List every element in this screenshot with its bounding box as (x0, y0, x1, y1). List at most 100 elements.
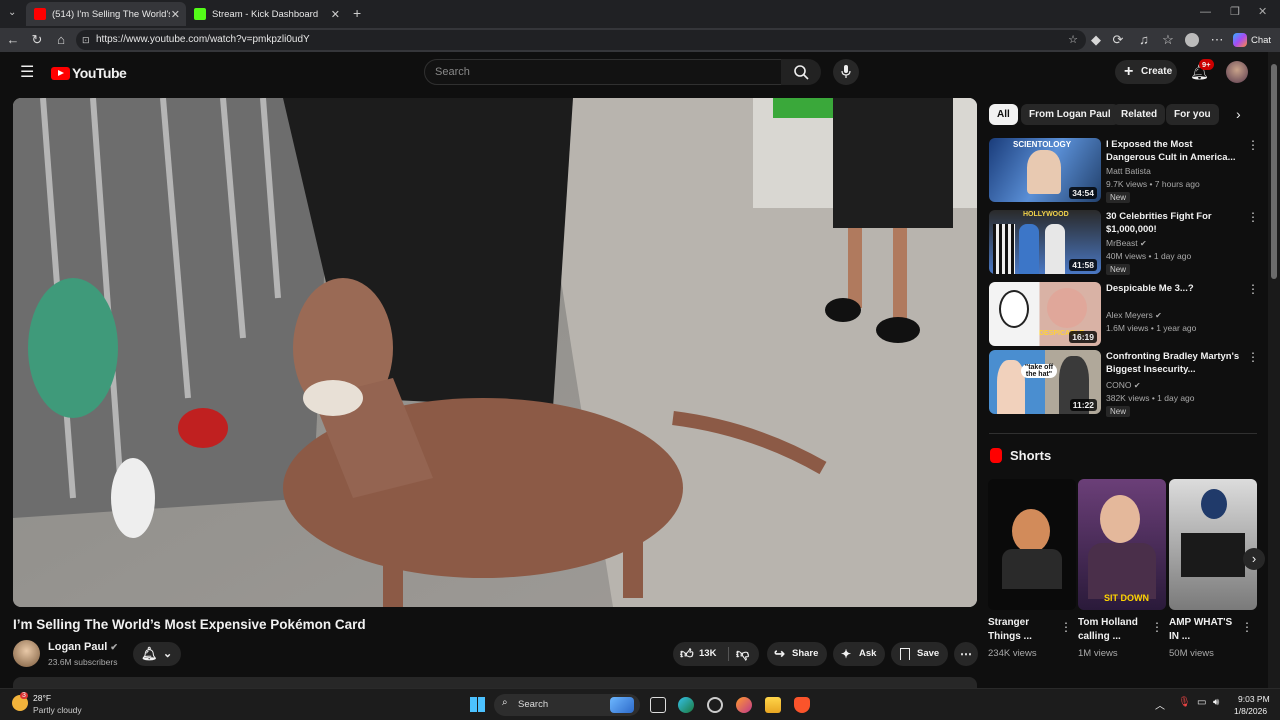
network-icon[interactable]: ▭ (1197, 697, 1206, 708)
more-actions-button[interactable]: ⋯ (954, 642, 978, 666)
copilot-icon (1233, 33, 1247, 47)
duration-badge: 34:54 (1069, 187, 1097, 199)
create-button[interactable]: + Create (1115, 60, 1177, 84)
channel-avatar[interactable] (13, 640, 40, 667)
ask-label: Ask (859, 648, 877, 659)
close-icon[interactable]: ✕ (331, 8, 340, 21)
home-icon[interactable]: ⌂ (53, 32, 69, 48)
recommendation-item[interactable]: "take off the hat" 11:22 Confronting Bra… (989, 350, 1259, 417)
save-button[interactable]: Save (891, 642, 948, 666)
new-badge: New (1106, 264, 1131, 275)
video-meta: 9.7K views • 7 hours ago (1106, 179, 1200, 189)
more-options-icon[interactable]: ⋮ (1247, 138, 1259, 152)
verified-icon: ✔ (1155, 311, 1162, 320)
share-button[interactable]: ↪ Share (767, 642, 827, 666)
chip-all[interactable]: All (989, 104, 1018, 125)
short-views: 1M views (1078, 648, 1118, 659)
youtube-logo[interactable]: YouTube (51, 65, 127, 81)
dislike-button[interactable]: 👎︎ (730, 642, 759, 666)
short-thumbnail[interactable]: SIT DOWN (1078, 479, 1166, 610)
video-thumbnail[interactable]: DESPICABLE 16:19 (989, 282, 1101, 346)
close-icon[interactable]: ✕ (171, 8, 180, 21)
refresh-icon[interactable]: ↻ (29, 32, 45, 48)
account-avatar[interactable] (1226, 61, 1248, 83)
more-options-icon[interactable]: ⋮ (1241, 620, 1253, 634)
file-explorer-icon[interactable] (765, 697, 781, 713)
more-options-icon[interactable]: ⋮ (1151, 620, 1163, 634)
clock-time[interactable]: 9:03 PM (1238, 694, 1270, 704)
settings-icon[interactable] (707, 697, 723, 713)
duration-badge: 41:58 (1069, 259, 1097, 271)
channel-name[interactable]: Logan Paul ✔ (48, 641, 118, 653)
minimize-icon[interactable]: — (1200, 6, 1211, 18)
edge-browser-icon[interactable] (678, 697, 694, 713)
subscriber-count: 23.6M subscribers (48, 657, 118, 667)
more-options-icon[interactable]: ⋮ (1247, 210, 1259, 224)
collections-icon[interactable]: ♫ (1136, 32, 1152, 48)
back-icon[interactable]: ← (5, 32, 21, 48)
extension-icon[interactable]: ◆ (1088, 32, 1104, 48)
notifications-button[interactable]: 🔔︎ 9+ (1190, 59, 1214, 82)
channel-name: Alex Meyers ✔ (1106, 310, 1162, 320)
more-menu-icon[interactable]: ⋯ (1209, 32, 1225, 48)
new-tab-icon[interactable]: + (353, 5, 361, 21)
ask-button[interactable]: ✦ Ask (833, 642, 885, 666)
short-thumbnail[interactable] (988, 479, 1076, 610)
maximize-icon[interactable]: ❐ (1230, 5, 1240, 18)
recommendation-item[interactable]: SCIENTOLOGY 34:54 I Exposed the Most Dan… (989, 138, 1259, 203)
windows-start-icon[interactable] (470, 697, 485, 712)
search-icon: ⌕ (502, 697, 508, 708)
search-button[interactable] (781, 59, 821, 85)
youtube-play-icon (51, 66, 70, 80)
video-thumbnail[interactable]: SCIENTOLOGY 34:54 (989, 138, 1101, 202)
firefox-icon[interactable] (736, 697, 752, 713)
chip-for-you[interactable]: For you (1166, 104, 1219, 125)
microphone-tray-icon[interactable]: 🎙︎ (1178, 697, 1191, 708)
task-view-icon[interactable] (650, 697, 666, 713)
url-field[interactable]: ⊡ https://www.youtube.com/watch?v=pmkpzl… (76, 30, 1086, 50)
tab-youtube[interactable]: (514) I'm Selling The World's M ✕ (26, 2, 186, 26)
short-title[interactable]: Tom Holland calling ... (1078, 616, 1148, 644)
short-title[interactable]: Stranger Things ... (988, 616, 1058, 644)
hamburger-menu-icon[interactable]: ☰ (20, 62, 34, 82)
site-info-icon[interactable]: ⊡ (82, 30, 90, 50)
short-title[interactable]: AMP WHAT'S IN ... (1169, 616, 1239, 644)
profile-avatar[interactable] (1185, 33, 1199, 47)
page-scrollbar[interactable] (1268, 52, 1280, 688)
weather-widget[interactable]: 3 28°F Partly cloudy (12, 692, 112, 717)
chevron-right-icon[interactable]: › (1236, 106, 1241, 122)
chip-related[interactable]: Related (1113, 104, 1166, 125)
shorts-next-button[interactable]: › (1243, 548, 1265, 570)
like-button[interactable]: 👍︎ 13K (673, 642, 727, 666)
voice-search-button[interactable] (833, 59, 859, 85)
more-options-icon[interactable]: ⋮ (1060, 620, 1072, 634)
recommendation-item[interactable]: DESPICABLE 16:19 Despicable Me 3...? Ale… (989, 282, 1259, 346)
video-player[interactable] (13, 98, 977, 607)
volume-icon[interactable]: 🔊︎ (1213, 697, 1219, 708)
tray-chevron-icon[interactable]: ︿ (1155, 697, 1165, 712)
favorites-icon[interactable]: ☆ (1160, 32, 1176, 48)
more-options-icon[interactable]: ⋮ (1247, 350, 1259, 364)
taskbar-search[interactable]: ⌕ Search (494, 694, 640, 716)
favorite-star-icon[interactable]: ☆ (1068, 30, 1078, 50)
search-input[interactable]: Search (424, 59, 782, 85)
short-thumbnail[interactable] (1169, 479, 1257, 610)
search-icon (794, 65, 809, 80)
clock-date[interactable]: 1/8/2026 (1234, 706, 1267, 716)
copilot-chat-button[interactable]: Chat (1233, 31, 1271, 49)
brave-browser-icon[interactable] (794, 697, 810, 713)
more-options-icon[interactable]: ⋮ (1247, 282, 1259, 296)
close-window-icon[interactable]: ✕ (1258, 5, 1267, 18)
recommendation-item[interactable]: HOLLYWOOD 41:58 30 Celebrities Fight For… (989, 210, 1259, 275)
subscribed-button[interactable]: 🔔︎ ⌄ (133, 642, 181, 666)
tab-list-chevron-icon[interactable]: ⌄ (8, 7, 16, 18)
video-meta: 40M views • 1 day ago (1106, 251, 1192, 261)
video-thumbnail[interactable]: "take off the hat" 11:22 (989, 350, 1101, 414)
chip-from-logan-paul[interactable]: From Logan Paul (1021, 104, 1119, 125)
tab-kick[interactable]: Stream - Kick Dashboard ✕ (186, 2, 346, 26)
refresh-extension-icon[interactable]: ⟳ (1110, 32, 1126, 48)
browser-tab-bar: ⌄ (514) I'm Selling The World's M ✕ Stre… (0, 0, 1280, 28)
video-meta: 382K views • 1 day ago (1106, 393, 1195, 403)
video-thumbnail[interactable]: HOLLYWOOD 41:58 (989, 210, 1101, 274)
share-icon: ↪ (774, 646, 785, 661)
